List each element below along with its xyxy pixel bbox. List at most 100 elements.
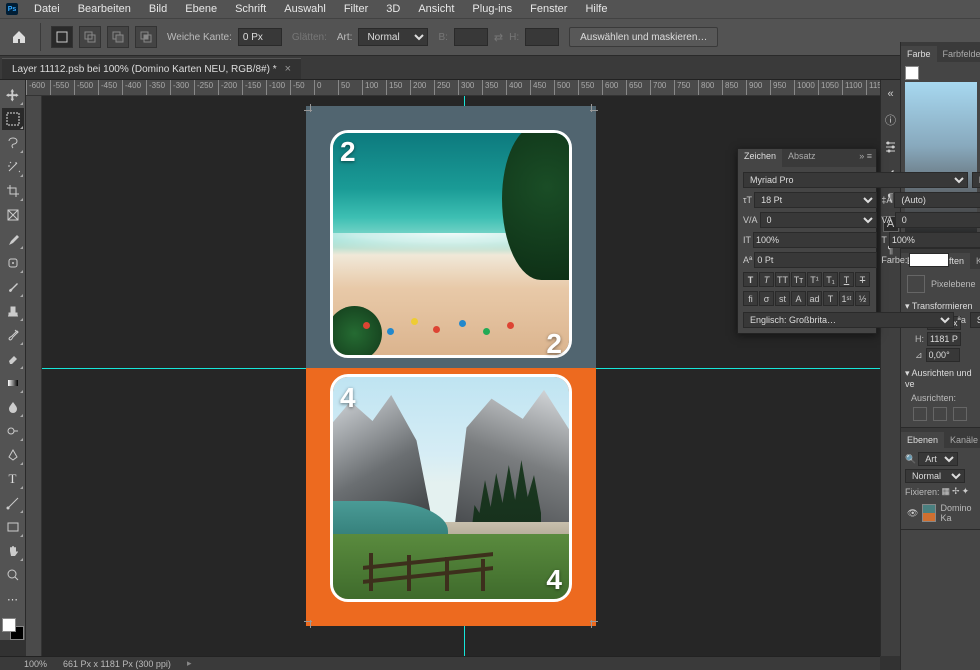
- superscript-button[interactable]: T¹: [807, 272, 822, 287]
- prop-height-input[interactable]: [927, 332, 961, 346]
- menu-plugins[interactable]: Plug-ins: [464, 1, 520, 17]
- titling-button[interactable]: T: [823, 291, 838, 306]
- farbfelder-tab[interactable]: Farbfelder: [937, 46, 980, 62]
- eraser-tool[interactable]: [2, 348, 24, 370]
- frame-tool[interactable]: [2, 204, 24, 226]
- menu-auswahl[interactable]: Auswahl: [276, 1, 334, 17]
- color-fg-swatch[interactable]: [905, 66, 919, 80]
- wand-tool[interactable]: [2, 156, 24, 178]
- home-icon[interactable]: [8, 26, 30, 48]
- layer-row[interactable]: 👁 Domino Ka: [905, 501, 976, 525]
- menu-ansicht[interactable]: Ansicht: [410, 1, 462, 17]
- leading-select[interactable]: (Auto): [894, 192, 980, 208]
- brush-tool[interactable]: [2, 276, 24, 298]
- history-brush-tool[interactable]: [2, 324, 24, 346]
- zeichen-tab[interactable]: Zeichen: [738, 149, 782, 167]
- add-selection-button[interactable]: [79, 26, 101, 48]
- fi-button[interactable]: fi: [743, 291, 758, 306]
- underline-button[interactable]: T: [839, 272, 854, 287]
- farbe-tab[interactable]: Farbe: [901, 46, 937, 62]
- horizontal-ruler[interactable]: -600-550-500-450-400-350-300-250-200-150…: [26, 80, 880, 96]
- subscript-button[interactable]: T₁: [823, 272, 838, 287]
- smallcaps-button[interactable]: Tᴛ: [791, 272, 806, 287]
- heal-tool[interactable]: [2, 252, 24, 274]
- menu-datei[interactable]: Datei: [26, 1, 68, 17]
- zoom-value[interactable]: 100%: [24, 659, 47, 669]
- info-icon[interactable]: ⓘ: [883, 112, 899, 128]
- menu-bearbeiten[interactable]: Bearbeiten: [70, 1, 139, 17]
- close-tab-icon[interactable]: ×: [285, 63, 291, 75]
- pen-tool[interactable]: [2, 444, 24, 466]
- allcaps-button[interactable]: TT: [775, 272, 790, 287]
- baseline-input[interactable]: [754, 252, 877, 268]
- st-button[interactable]: st: [775, 291, 790, 306]
- intersect-selection-button[interactable]: [135, 26, 157, 48]
- layer-name[interactable]: Domino Ka: [940, 503, 974, 523]
- panel-collapse-icon[interactable]: » ≡: [855, 149, 876, 167]
- align-right-icon[interactable]: [953, 407, 967, 421]
- crop-tool[interactable]: [2, 180, 24, 202]
- feather-input[interactable]: [238, 28, 282, 46]
- strip-chevron-icon[interactable]: «: [883, 86, 899, 102]
- align-center-icon[interactable]: [933, 407, 947, 421]
- align-section-label[interactable]: Ausrichten und ve: [905, 368, 972, 389]
- antialias-select[interactable]: Scharf: [970, 312, 980, 328]
- menu-hilfe[interactable]: Hilfe: [577, 1, 615, 17]
- fractions-button[interactable]: ad: [807, 291, 822, 306]
- menu-ebene[interactable]: Ebene: [177, 1, 225, 17]
- rectangle-tool[interactable]: [2, 516, 24, 538]
- absatz-tab[interactable]: Absatz: [782, 149, 822, 167]
- text-color-swatch[interactable]: [909, 253, 949, 267]
- ebenen-tab[interactable]: Ebenen: [901, 432, 944, 448]
- new-selection-button[interactable]: [51, 26, 73, 48]
- lock-position-icon[interactable]: ✢: [952, 486, 960, 497]
- lock-all-icon[interactable]: ✦: [962, 486, 970, 497]
- tracking-select[interactable]: 0: [895, 212, 980, 228]
- stamp-tool[interactable]: [2, 300, 24, 322]
- vscale-input[interactable]: [753, 232, 877, 248]
- layer-thumbnail[interactable]: [922, 504, 936, 522]
- ordinal-button[interactable]: A: [791, 291, 806, 306]
- eyedropper-tool[interactable]: [2, 228, 24, 250]
- dodge-tool[interactable]: [2, 420, 24, 442]
- menu-bild[interactable]: Bild: [141, 1, 175, 17]
- font-size-select[interactable]: 18 Pt: [754, 192, 877, 208]
- document-tab[interactable]: Layer 11112.psb bei 100% (Domino Karten …: [2, 58, 301, 79]
- strikethrough-button[interactable]: T: [855, 272, 870, 287]
- menu-filter[interactable]: Filter: [336, 1, 376, 17]
- lock-pixels-icon[interactable]: ▦: [942, 486, 951, 497]
- font-family-select[interactable]: Myriad Pro: [743, 172, 968, 188]
- subtract-selection-button[interactable]: [107, 26, 129, 48]
- move-tool[interactable]: [2, 84, 24, 106]
- menu-schrift[interactable]: Schrift: [227, 1, 274, 17]
- visibility-icon[interactable]: 👁: [907, 508, 918, 519]
- layer-filter-select[interactable]: Art: [918, 452, 958, 466]
- kanale-tab[interactable]: Kanäle: [944, 432, 980, 448]
- menu-fenster[interactable]: Fenster: [522, 1, 575, 17]
- font-style-select[interactable]: Bold: [972, 172, 980, 188]
- blur-tool[interactable]: [2, 396, 24, 418]
- foreground-color-swatch[interactable]: [2, 618, 16, 632]
- hand-tool[interactable]: [2, 540, 24, 562]
- adjustments-icon[interactable]: [883, 138, 899, 154]
- 1st-button[interactable]: 1ˢᵗ: [839, 291, 854, 306]
- language-select[interactable]: Englisch: Großbrita…: [743, 312, 954, 328]
- gradient-tool[interactable]: [2, 372, 24, 394]
- hscale-input[interactable]: [889, 232, 980, 248]
- vertical-ruler[interactable]: [26, 96, 42, 660]
- more-tools[interactable]: ⋯: [2, 588, 24, 610]
- color-swatches[interactable]: [2, 618, 24, 640]
- art-select[interactable]: Normal: [358, 28, 428, 46]
- zoom-tool[interactable]: [2, 564, 24, 586]
- sigma-button[interactable]: σ: [759, 291, 774, 306]
- type-tool[interactable]: T: [2, 468, 24, 490]
- menu-3d[interactable]: 3D: [378, 1, 408, 17]
- path-tool[interactable]: [2, 492, 24, 514]
- marquee-tool[interactable]: [2, 108, 24, 130]
- kerning-select[interactable]: 0: [760, 212, 878, 228]
- select-and-mask-button[interactable]: Auswählen und maskieren…: [569, 27, 718, 47]
- half-button[interactable]: ½: [855, 291, 870, 306]
- italic-button[interactable]: T: [759, 272, 774, 287]
- character-panel[interactable]: Zeichen Absatz » ≡ Myriad Pro Bold τT18 …: [737, 148, 877, 334]
- align-left-icon[interactable]: [913, 407, 927, 421]
